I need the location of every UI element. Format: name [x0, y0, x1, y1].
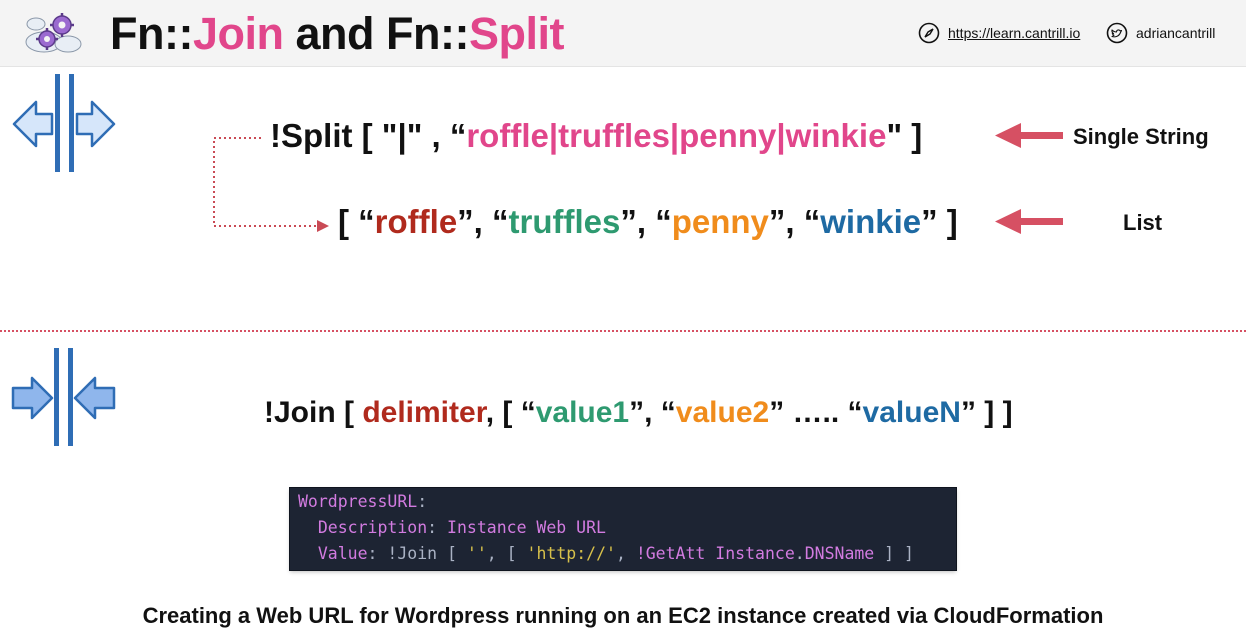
split-result-list: [ “roffle”, “truffles”, “penny”, “winkie…	[338, 202, 958, 242]
split-expr-open: !Split [ "|" , “	[270, 117, 467, 154]
arrow-left-icon	[995, 209, 1063, 234]
code-getatt: !GetAtt Instance	[635, 544, 795, 563]
twitter-link[interactable]: adriancantrill	[1106, 22, 1215, 44]
list-item-winkie: winkie	[820, 203, 922, 240]
list-sep: ”, “	[457, 203, 509, 240]
split-icon	[12, 74, 116, 172]
list-item-penny: penny	[671, 203, 769, 240]
title-and: and	[283, 8, 386, 59]
section-divider	[0, 330, 1246, 332]
website-url[interactable]: https://learn.cantrill.io	[948, 25, 1080, 41]
code-punc: ] ]	[874, 544, 914, 563]
join-close: ” ] ]	[960, 396, 1013, 429]
title-join: Join	[192, 8, 284, 59]
code-block: WordpressURL: Description: Instance Web …	[290, 488, 956, 570]
list-close: ” ]	[921, 203, 958, 240]
join-value1: value1	[535, 396, 630, 429]
list-sep: ”, “	[620, 203, 672, 240]
code-http-string: 'http://'	[526, 544, 616, 563]
list-open: [ “	[338, 203, 375, 240]
code-punc: .	[794, 544, 805, 563]
code-join-tag: !Join	[387, 544, 438, 563]
code-dnsname: DNSName	[804, 544, 875, 563]
split-expression: !Split [ "|" , “roffle|truffles|penny|wi…	[270, 116, 922, 156]
compass-icon	[918, 22, 940, 44]
code-punc: :	[367, 544, 388, 563]
caption: Creating a Web URL for Wordpress running…	[142, 603, 1104, 628]
twitter-icon	[1106, 22, 1128, 44]
website-link[interactable]: https://learn.cantrill.io	[918, 22, 1080, 44]
join-open: !Join [	[264, 396, 363, 429]
split-single-string: roffle|truffles|penny|winkie	[466, 117, 887, 154]
join-delimiter: delimiter	[362, 396, 486, 429]
join-sep: ”, “	[629, 396, 676, 429]
code-key-wordpressurl: WordpressURL	[298, 492, 418, 511]
list-item-truffles: truffles	[508, 203, 621, 240]
code-key-value: Value	[317, 544, 368, 563]
code-punc: :	[427, 518, 448, 537]
code-empty-string: ''	[466, 544, 487, 563]
label-list: List	[1123, 210, 1163, 235]
join-dots: ” ….. “	[769, 396, 863, 429]
label-single-string: Single String	[1073, 124, 1209, 149]
title-fn-1: Fn::	[110, 8, 193, 59]
code-line-2: Description: Instance Web URL	[298, 516, 956, 542]
join-valueN: valueN	[862, 396, 961, 429]
code-punc: , [	[486, 544, 527, 563]
code-punc: :	[417, 492, 428, 511]
title-fn-2: Fn::	[385, 8, 469, 59]
code-description-value: Instance Web URL	[447, 518, 606, 537]
twitter-handle[interactable]: adriancantrill	[1136, 25, 1215, 41]
arrow-left-icon	[995, 123, 1063, 148]
page-title: Fn::Join and Fn::Split	[110, 8, 564, 60]
list-item-roffle: roffle	[374, 203, 458, 240]
gears-cloud-logo-icon	[25, 13, 82, 53]
join-expression: !Join [ delimiter, [ “value1”, “value2” …	[264, 393, 1013, 433]
code-key-description: Description	[317, 518, 428, 537]
join-mid: , [ “	[485, 396, 536, 429]
code-punc: [	[437, 544, 467, 563]
join-icon	[11, 348, 116, 446]
split-expr-close: " ]	[886, 117, 923, 154]
code-line-1: WordpressURL:	[298, 490, 956, 516]
code-line-3: Value: !Join [ '', [ 'http://', !GetAtt …	[298, 542, 956, 568]
join-value2: value2	[675, 396, 770, 429]
list-sep: ”, “	[768, 203, 821, 240]
code-punc: ,	[615, 544, 636, 563]
title-split: Split	[468, 8, 565, 59]
